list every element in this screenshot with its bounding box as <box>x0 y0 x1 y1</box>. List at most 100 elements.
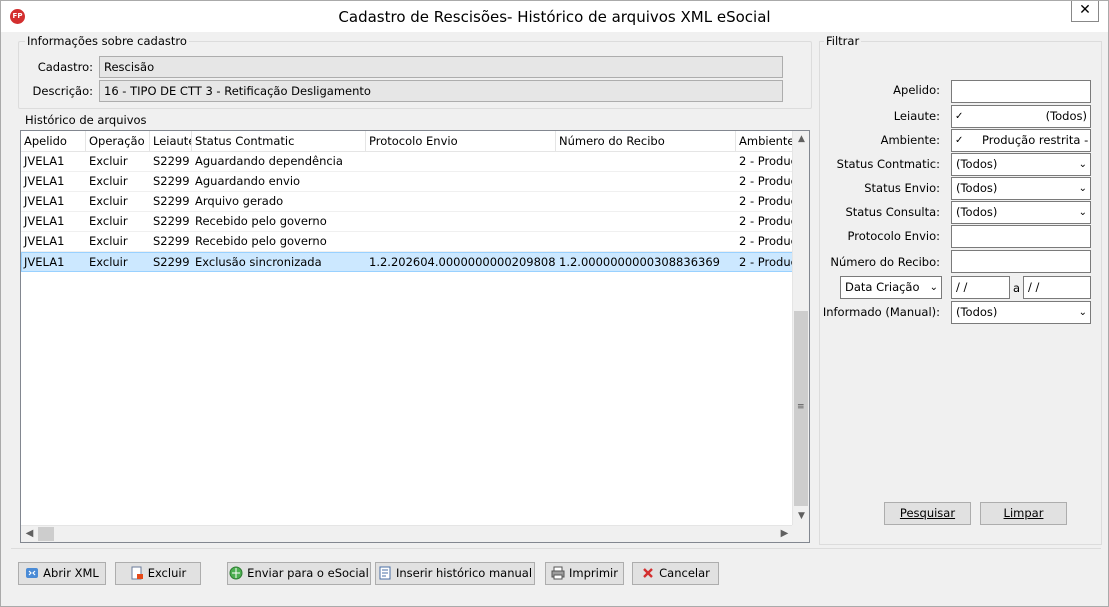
column-header-apelido[interactable]: Apelido <box>21 131 86 151</box>
status-consulta-select[interactable]: (Todos) ⌄ <box>951 201 1091 224</box>
inserir-historico-button[interactable]: Inserir histórico manual <box>375 562 535 585</box>
scroll-down-arrow-icon[interactable]: ▼ <box>793 508 809 525</box>
protocolo-envio-input[interactable] <box>951 225 1091 248</box>
excluir-button[interactable]: Excluir <box>115 562 201 585</box>
date-from-input[interactable]: / / <box>951 276 1010 299</box>
pesquisar-label: Pesquisar <box>899 506 956 520</box>
checkmark-icon: ✓ <box>955 135 964 146</box>
table-row[interactable]: JVELA1 Excluir S2299 Recebido pelo gover… <box>21 232 793 252</box>
insert-document-icon <box>378 566 392 580</box>
title-bar: FP Cadastro de Rescisões- Histórico de a… <box>1 1 1108 32</box>
filter-panel: Filtrar Apelido: Leiaute: ✓ (Todos) Ambi… <box>819 34 1102 545</box>
horizontal-scroll-thumb[interactable] <box>38 527 54 541</box>
cell-leiaute: S2299 <box>153 255 190 269</box>
imprimir-button[interactable]: Imprimir <box>545 562 624 585</box>
cadastro-field: Rescisão <box>99 56 783 78</box>
printer-icon <box>551 566 565 580</box>
scroll-up-arrow-icon[interactable]: ▲ <box>793 131 809 148</box>
send-globe-icon <box>229 566 243 580</box>
leiaute-selected-value: (Todos) <box>1045 109 1087 123</box>
table-row[interactable]: JVELA1 Excluir S2299 Arquivo gerado 2 - … <box>21 192 793 212</box>
info-group-title: Informações sobre cadastro <box>25 34 189 48</box>
table-row[interactable]: JVELA1 Excluir S2299 Aguardando envio 2 … <box>21 172 793 192</box>
column-header-leiaute[interactable]: Leiaute <box>150 131 192 151</box>
cell-status: Arquivo gerado <box>195 194 284 208</box>
vertical-scrollbar[interactable]: ▲ ≡ ▼ <box>792 131 809 525</box>
footer-divider <box>11 548 1101 549</box>
status-envio-label: Status Envio: <box>864 181 940 195</box>
table-row-selected[interactable]: JVELA1 Excluir S2299 Exclusão sincroniza… <box>21 252 793 272</box>
chevron-down-icon: ⌄ <box>1078 307 1087 318</box>
cancelar-label: Cancelar <box>659 566 710 580</box>
limpar-button[interactable]: Limpar <box>980 502 1067 525</box>
cell-recibo: 1.2.0000000000308836369 <box>559 255 720 269</box>
column-header-operacao[interactable]: Operação <box>86 131 150 151</box>
cell-protocolo <box>366 192 556 211</box>
horizontal-scrollbar[interactable]: ◀ ▶ <box>21 525 793 542</box>
cell-leiaute: S2299 <box>153 234 190 248</box>
cell-recibo <box>556 152 736 171</box>
cell-apelido: JVELA1 <box>24 234 65 248</box>
abrir-xml-button[interactable]: Abrir XML <box>18 562 106 585</box>
apelido-input[interactable] <box>951 80 1091 103</box>
cell-ambiente: 2 - Producã <box>739 174 793 188</box>
informado-select[interactable]: (Todos) ⌄ <box>951 301 1091 324</box>
cell-leiaute: S2299 <box>153 174 190 188</box>
status-contmatic-label: Status Contmatic: <box>836 157 940 171</box>
scroll-right-arrow-icon[interactable]: ▶ <box>776 526 793 542</box>
enviar-esocial-button[interactable]: Enviar para o eSocial <box>227 562 371 585</box>
ambiente-select[interactable]: ✓ Produção restrita - 2 <box>951 129 1091 152</box>
date-type-select[interactable]: Data Criação ⌄ <box>840 276 942 299</box>
cell-apelido: JVELA1 <box>24 194 65 208</box>
inserir-historico-label: Inserir histórico manual <box>395 566 533 580</box>
leiaute-select[interactable]: ✓ (Todos) <box>951 105 1091 128</box>
cell-leiaute: S2299 <box>153 214 190 228</box>
delete-document-icon <box>130 566 144 580</box>
date-to-input[interactable]: / / <box>1023 276 1091 299</box>
history-table: Apelido Operação Leiaute Status Contmati… <box>20 130 810 543</box>
cancelar-button[interactable]: Cancelar <box>632 562 719 585</box>
cell-status: Recebido pelo governo <box>195 214 327 228</box>
table-row[interactable]: JVELA1 Excluir S2299 Aguardando dependên… <box>21 152 793 172</box>
vertical-scroll-thumb[interactable]: ≡ <box>794 311 808 506</box>
ambiente-selected-value: Produção restrita - 2 <box>982 133 1091 147</box>
cancel-x-icon <box>641 566 655 580</box>
status-envio-select[interactable]: (Todos) ⌄ <box>951 177 1091 200</box>
cell-recibo <box>556 192 736 211</box>
cell-protocolo <box>366 172 556 191</box>
table-body: JVELA1 Excluir S2299 Aguardando dependên… <box>21 152 793 272</box>
pesquisar-button[interactable]: Pesquisar <box>884 502 971 525</box>
cell-ambiente: 2 - Producã <box>739 154 793 168</box>
column-header-status-contmatic[interactable]: Status Contmatic <box>192 131 366 151</box>
info-group: Informações sobre cadastro Cadastro: Res… <box>18 34 812 109</box>
cell-recibo <box>556 172 736 191</box>
filter-group-title: Filtrar <box>824 34 862 48</box>
cell-leiaute: S2299 <box>153 194 190 208</box>
excluir-label: Excluir <box>147 566 187 580</box>
table-row[interactable]: JVELA1 Excluir S2299 Recebido pelo gover… <box>21 212 793 232</box>
status-envio-selected-value: (Todos) <box>956 181 998 195</box>
cell-recibo <box>556 212 736 231</box>
cell-leiaute: S2299 <box>153 154 190 168</box>
history-group-title: Histórico de arquivos <box>23 113 149 127</box>
cell-operacao: Excluir <box>89 194 128 208</box>
grip-icon: ≡ <box>797 402 805 412</box>
dialog-window: FP Cadastro de Rescisões- Histórico de a… <box>0 0 1109 607</box>
scroll-left-arrow-icon[interactable]: ◀ <box>21 526 38 542</box>
cell-ambiente: 2 - Producã <box>739 234 793 248</box>
close-button[interactable]: ✕ <box>1071 1 1099 22</box>
cell-operacao: Excluir <box>89 154 128 168</box>
table-header: Apelido Operação Leiaute Status Contmati… <box>21 131 793 152</box>
column-header-ambiente[interactable]: Ambiente <box>736 131 793 151</box>
column-header-protocolo-envio[interactable]: Protocolo Envio <box>366 131 556 151</box>
cell-ambiente: 2 - Producã <box>739 255 793 269</box>
status-consulta-label: Status Consulta: <box>845 205 940 219</box>
apelido-label: Apelido: <box>893 83 940 97</box>
informado-label: Informado (Manual): <box>822 305 940 319</box>
column-header-numero-recibo[interactable]: Número do Recibo <box>556 131 736 151</box>
cell-operacao: Excluir <box>89 234 128 248</box>
cell-operacao: Excluir <box>89 255 128 269</box>
numero-recibo-input[interactable] <box>951 250 1091 273</box>
status-contmatic-select[interactable]: (Todos) ⌄ <box>951 153 1091 176</box>
chevron-down-icon: ⌄ <box>929 282 938 293</box>
